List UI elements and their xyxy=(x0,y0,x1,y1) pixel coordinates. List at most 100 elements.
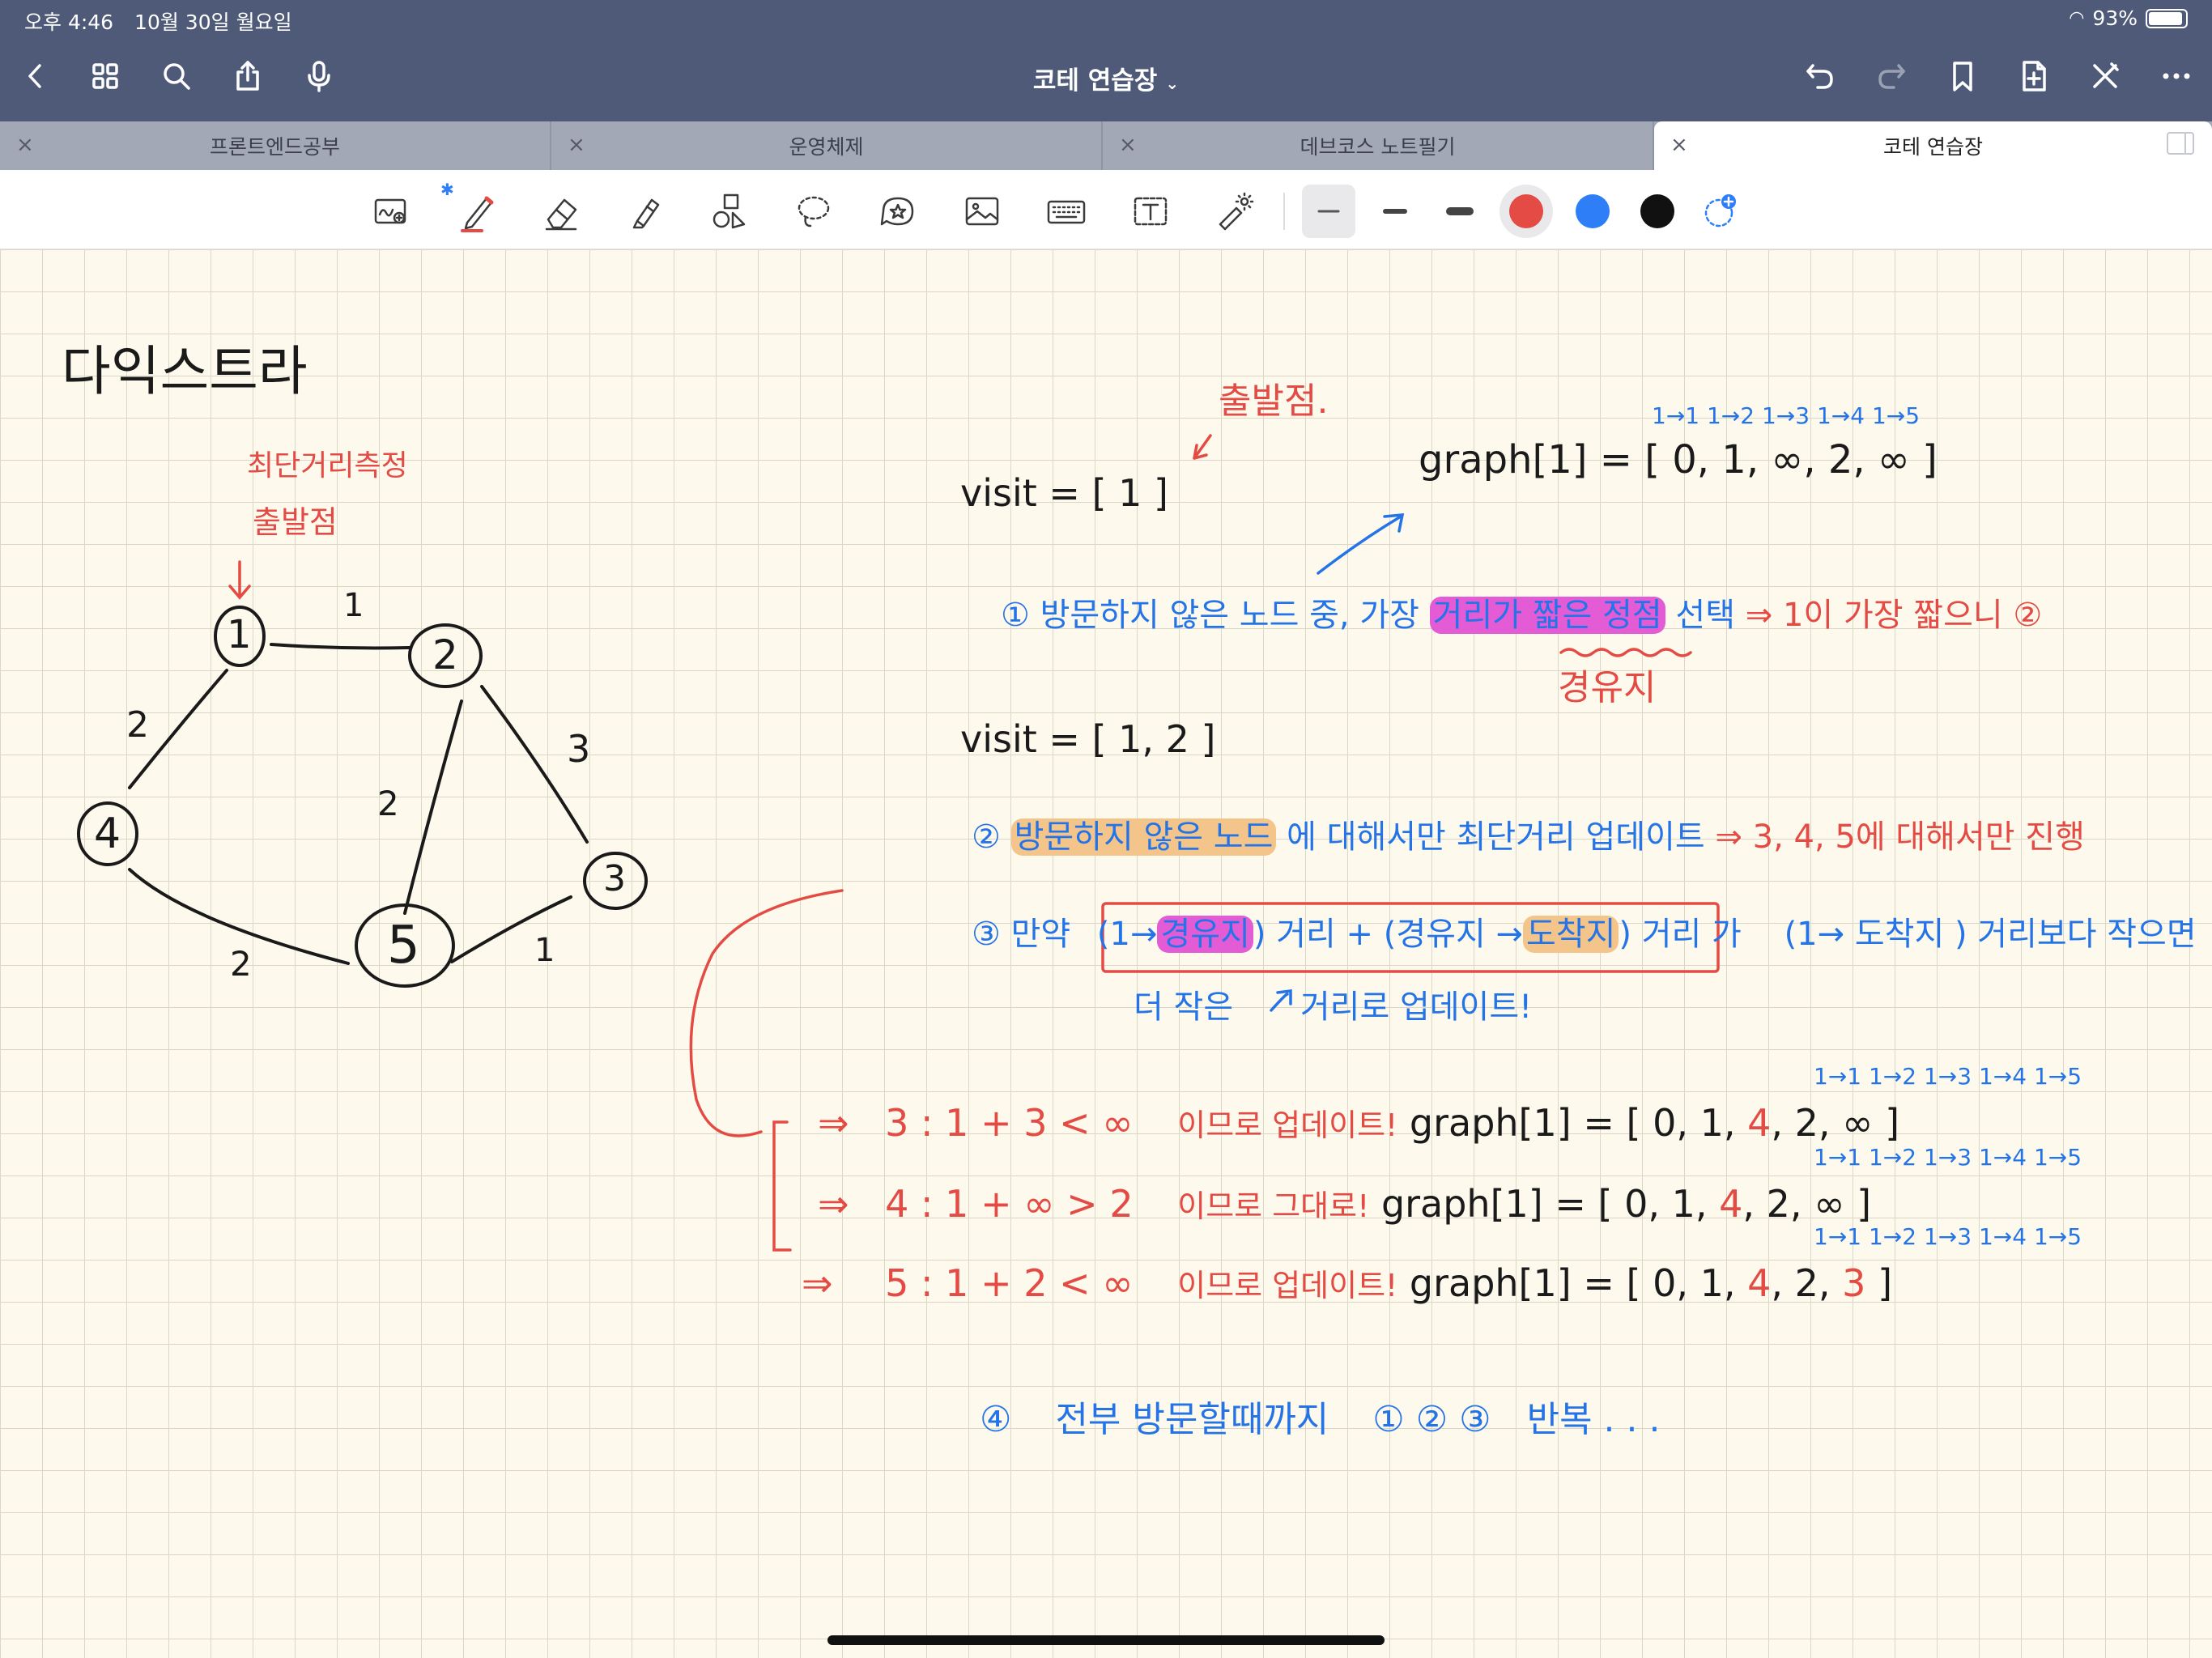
node-2-label: 2 xyxy=(432,631,458,678)
red-swatch xyxy=(1509,194,1543,228)
thick-stroke-option[interactable] xyxy=(1433,185,1487,238)
step2-text-b: ⇒ 3, 4, 5에 대해서만 진행 xyxy=(1715,818,2085,856)
close-icon[interactable]: × xyxy=(16,133,34,157)
zoom-write-icon[interactable] xyxy=(364,185,418,238)
home-indicator[interactable] xyxy=(827,1635,1385,1645)
step1-arrow: ⇒ xyxy=(1745,597,1773,634)
step3-formula-hl2: 도착지 xyxy=(1523,916,1619,953)
step2-number: ② xyxy=(972,818,1001,856)
row1-v5: ∞ xyxy=(1842,1101,1874,1145)
color-black-swatch[interactable] xyxy=(1640,194,1674,228)
row2-graph: graph[1] = [ 0, 1, xyxy=(1380,1182,1708,1226)
node-4-label: 4 xyxy=(94,810,121,858)
tab-operating-system[interactable]: × 운영체제 xyxy=(551,121,1103,170)
node-3-label: 3 xyxy=(603,858,626,899)
more-icon[interactable] xyxy=(2155,55,2197,97)
node-1-label: 1 xyxy=(227,612,252,657)
graph-header-row-3: 1→1 1→2 1→3 1→4 1→5 xyxy=(1814,1223,2082,1250)
status-time: 오후 4:46 xyxy=(24,11,114,34)
close-icon[interactable]: × xyxy=(568,133,585,157)
visit-line-2: visit = [ 1, 2 ] xyxy=(960,717,1216,761)
step2-highlight: 방문하지 않은 노드 xyxy=(1010,818,1277,856)
thin-stroke-option[interactable] xyxy=(1302,185,1355,238)
blue-arrow-to-graph xyxy=(1317,513,1405,575)
step4-number: ④ xyxy=(980,1399,1012,1440)
step3-text-d: 더 작은 xyxy=(1134,988,1234,1026)
arrow-to-visit xyxy=(1193,434,1212,460)
eraser-icon[interactable] xyxy=(534,185,588,238)
keyboard-icon[interactable] xyxy=(1040,185,1093,238)
redo-icon[interactable] xyxy=(1870,55,1912,97)
row2-msg: 이므로 그대로! xyxy=(1177,1188,1370,1224)
split-view-icon[interactable] xyxy=(2167,132,2194,155)
arrow-to-node1 xyxy=(228,560,251,600)
status-date: 10월 30일 월요일 xyxy=(134,11,292,34)
step2-line: ② 방문하지 않은 노드 에 대해서만 최단거리 업데이트 ⇒ 3, 4, 5에… xyxy=(972,818,2085,856)
battery-percent: 93% xyxy=(2092,6,2138,30)
result-row-2: ⇒ 4 : 1 + ∞ > 2 이므로 그대로! graph[1] = [ 0,… xyxy=(818,1185,1871,1222)
lasso-icon[interactable] xyxy=(787,185,840,238)
step1-line: ① 방문하지 않은 노드 중, 가장 거리가 짧은 정점 선택 ⇒ 1이 가장 … xyxy=(1001,597,2043,634)
step3-number: ③ xyxy=(972,916,1001,953)
graph-header-row-2: 1→1 1→2 1→3 1→4 1→5 xyxy=(1814,1144,2082,1171)
squiggle xyxy=(1559,648,1692,657)
note-canvas[interactable]: 다익스트라 최단거리측정 출발점 1 2 3 4 5 1 2 2 3 2 1 출… xyxy=(0,249,2212,1658)
toolbar-divider xyxy=(1283,193,1285,230)
image-icon[interactable] xyxy=(955,185,1009,238)
step1-circled-2: ② xyxy=(2013,597,2043,634)
tab-label: 코테 연습장 xyxy=(1883,135,1983,159)
weight-5-3: 1 xyxy=(534,932,555,969)
close-icon[interactable]: × xyxy=(1670,133,1688,157)
color-blue-swatch[interactable] xyxy=(1576,194,1610,228)
weight-1-4: 2 xyxy=(126,704,149,746)
weight-4-5: 2 xyxy=(230,944,252,984)
top-bar: 오후 4:46 10월 30일 월요일 ◠ 93% 코테 연습장 ⌄ xyxy=(0,0,2212,121)
step4-text-c: 반복 . . . xyxy=(1526,1399,1661,1440)
label-shortest-path: 최단거리측정 xyxy=(247,449,408,483)
close-pen-icon[interactable] xyxy=(2084,55,2126,97)
step1-text-a: 방문하지 않은 노드 중, 가장 xyxy=(1040,597,1419,634)
step1-text-b: 선택 xyxy=(1675,597,1736,634)
red-left-bracket xyxy=(772,1120,792,1252)
add-color-icon[interactable] xyxy=(1692,185,1746,238)
battery-icon xyxy=(2146,8,2188,28)
step3-text-e: 거리로 업데이트! xyxy=(1300,988,1533,1026)
color-red-swatch-selected[interactable] xyxy=(1499,185,1553,238)
row3-msg: 이므로 업데이트! xyxy=(1177,1268,1398,1303)
tab-devcourse-notes[interactable]: × 데브코스 노트필기 xyxy=(1103,121,1654,170)
tab-coding-test-pad[interactable]: × 코테 연습장 xyxy=(1654,121,2212,170)
graph-row-1: graph[1] = [ 0, 1, ∞, 2, ∞ ] xyxy=(1419,437,1938,483)
row1-lhs: 3 : 1 + 3 < ∞ xyxy=(885,1101,1134,1145)
close-icon[interactable]: × xyxy=(1119,133,1137,157)
tab-label: 운영체제 xyxy=(789,135,864,159)
row3-v5: 3 xyxy=(1842,1261,1866,1305)
status-bar-left: 오후 4:46 10월 30일 월요일 xyxy=(24,6,307,36)
step1-text-c: 1이 가장 짧으니 xyxy=(1782,597,2003,634)
add-page-icon[interactable] xyxy=(2013,55,2055,97)
row1-v3: 4 xyxy=(1747,1101,1772,1145)
row3-v3: 4 xyxy=(1747,1261,1772,1305)
pen-icon[interactable] xyxy=(450,185,504,238)
sticker-icon[interactable] xyxy=(871,185,925,238)
shapes-icon[interactable] xyxy=(703,185,756,238)
tab-frontend-study[interactable]: × 프론트엔드공부 xyxy=(0,121,551,170)
graph-header-1: 1→1 1→2 1→3 1→4 1→5 xyxy=(1652,402,1921,429)
row3-tail: , 2, xyxy=(1771,1261,1831,1305)
chevron-down-icon: ⌄ xyxy=(1165,74,1180,93)
row3-graph: graph[1] = [ 0, 1, xyxy=(1409,1261,1736,1305)
note-title: 다익스트라 xyxy=(62,340,308,402)
laser-pointer-icon[interactable] xyxy=(1208,185,1261,238)
step3-formula-1: (1→ xyxy=(1096,916,1158,953)
medium-stroke-option[interactable] xyxy=(1368,185,1422,238)
node-5-label: 5 xyxy=(387,916,420,976)
text-icon[interactable] xyxy=(1124,185,1177,238)
bookmark-icon[interactable] xyxy=(1942,55,1984,97)
row2-tail: , 2, xyxy=(1742,1182,1802,1226)
undo-icon[interactable] xyxy=(1799,55,1841,97)
row1-end: ] xyxy=(1885,1101,1900,1145)
step3-text-c: (1→ 도착지 ) 거리보다 작으면 xyxy=(1784,916,2197,953)
step3-line: ③ 만약 (1→ 경유지) 거리 + (경유지 → 도착지) 거리 가 (1→ 도착… xyxy=(972,916,2197,953)
highlighter-icon[interactable] xyxy=(619,185,672,238)
red-curve-connector xyxy=(689,889,844,1137)
step4-text-a: 전부 방문할때까지 xyxy=(1055,1399,1329,1440)
